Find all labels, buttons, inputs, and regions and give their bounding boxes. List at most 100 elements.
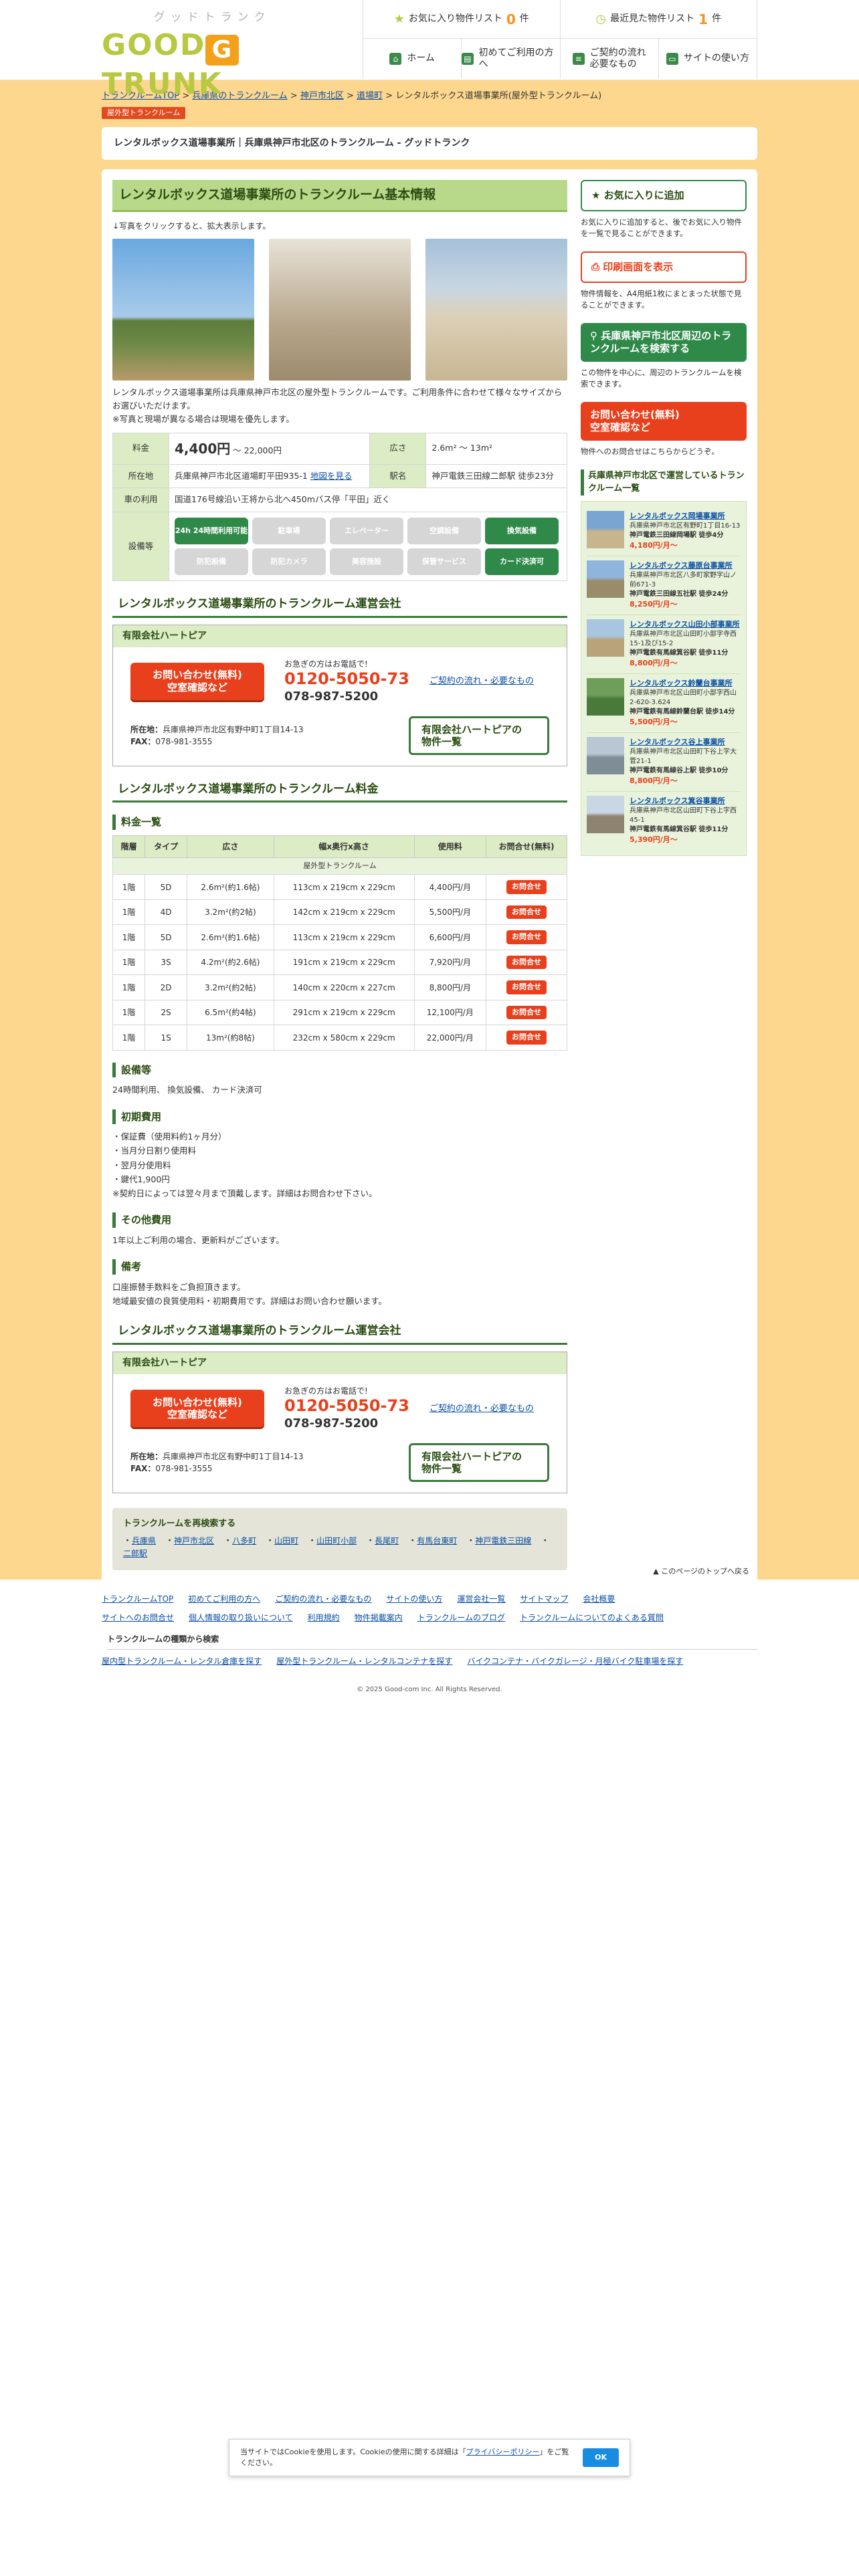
station: 神戸電鉄三田線二郎駅 徒歩23分	[425, 463, 567, 489]
recent-count: 1	[698, 11, 708, 27]
site-logo[interactable]: グッドトランク GOOD GTRUNK	[102, 9, 363, 101]
book-icon: ▤	[462, 53, 474, 65]
nearby-thumbnail[interactable]	[587, 619, 624, 657]
air-conditioning-icon: 空調設備	[407, 518, 481, 544]
sidebar-inquiry-button[interactable]: お問い合わせ(無料) 空室確認など	[581, 402, 747, 441]
operator-list-button-2[interactable]: 有限会社ハートピアの 物件一覧	[409, 1443, 549, 1483]
basic-info-table: 料金 4,400円 〜 22,000円 広さ 2.6m² 〜 13m² 所在地 …	[112, 432, 567, 581]
footer-link[interactable]: 屋内型トランクルーム・レンタル倉庫を探す	[102, 1655, 262, 1667]
row-inquiry-button[interactable]: お問合せ	[506, 930, 547, 944]
nav-home[interactable]: ⌂ ホーム	[363, 39, 462, 79]
nearby-thumbnail[interactable]	[587, 795, 624, 833]
fee-row: 1階 1S 13m²(約8帖) 232cm x 580cm x 229cm 22,000…	[112, 1025, 567, 1051]
nearby-name-link[interactable]: レンタルボックス谷上事業所	[630, 738, 725, 746]
footer-link[interactable]: 屋外型トランクルーム・レンタルコンテナを探す	[276, 1655, 452, 1667]
footer-link[interactable]: トランクルームのブログ	[417, 1612, 505, 1624]
footer-link[interactable]: 個人情報の取り扱いについて	[189, 1612, 293, 1624]
nearby-item[interactable]: レンタルボックス鈴蘭台事業所 兵庫県神戸市北区山田町小部字西山2-620-3.62…	[587, 674, 741, 733]
footer-link[interactable]: サイトへのお問合せ	[102, 1612, 174, 1624]
photo-1[interactable]	[112, 238, 254, 381]
contract-flow-link-2[interactable]: ご契約の流れ・必要なもの	[430, 1402, 534, 1416]
operator-list-button[interactable]: 有限会社ハートピアの 物件一覧	[409, 716, 549, 755]
map-pin-icon: ⚲	[590, 330, 601, 342]
map-link[interactable]: 地図を見る	[310, 471, 353, 481]
fee-row: 1階 2S 6.5m²(約4帖) 291cm x 219cm x 229cm 12,10…	[112, 999, 567, 1026]
footer-link[interactable]: バイクコンテナ・バイクガレージ・月極バイク駐車場を探す	[467, 1655, 683, 1667]
photo-2[interactable]	[269, 238, 411, 381]
research-link[interactable]: 長尾町	[375, 1536, 399, 1545]
footer-link[interactable]: ご契約の流れ・必要なもの	[275, 1593, 371, 1605]
phone-number[interactable]: 078-987-5200	[284, 687, 409, 706]
breadcrumb-town[interactable]: 道場町	[357, 91, 383, 101]
nearby-name-link[interactable]: レンタルボックス山田小部事業所	[630, 620, 740, 629]
photo-3[interactable]	[425, 238, 567, 381]
back-to-top-link[interactable]: ▲ このページのトップへ戻る	[645, 1564, 757, 1580]
nearby-thumbnail[interactable]	[587, 736, 624, 774]
inquiry-button[interactable]: お問い合わせ(無料) 空室確認など	[130, 663, 264, 701]
nearby-name-link[interactable]: レンタルボックス箕谷事業所	[630, 796, 725, 805]
nearby-name-link[interactable]: レンタルボックス藤原台事業所	[630, 561, 733, 570]
size-range: 2.6m² 〜 13m²	[425, 432, 567, 465]
nearby-thumbnail[interactable]	[587, 677, 624, 716]
row-inquiry-button[interactable]: お問合せ	[506, 1031, 547, 1045]
nearby-name-link[interactable]: レンタルボックス岡場事業所	[630, 512, 725, 520]
photo-note: ↓写真をクリックすると、拡大表示します。	[112, 221, 271, 231]
site-header: グッドトランク GOOD GTRUNK ★ お気に入り物件リスト 0 件 ◷ 最近見た物件…	[0, 0, 859, 101]
row-inquiry-button[interactable]: お問合せ	[506, 880, 547, 894]
contract-flow-link[interactable]: ご契約の流れ・必要なもの	[430, 675, 534, 688]
add-favorite-button[interactable]: ★ お気に入りに追加	[581, 180, 747, 211]
nearby-item[interactable]: レンタルボックス箕谷事業所 兵庫県神戸市北区山田町下谷上字西45-1 神戸電鉄有馬線…	[587, 792, 741, 850]
photo-gallery	[112, 238, 567, 381]
footer-link[interactable]: トランクルームTOP	[102, 1593, 173, 1605]
nearby-item[interactable]: レンタルボックス岡場事業所 兵庫県神戸市北区有野町1丁目16-13 神戸電鉄三田線岡…	[587, 507, 741, 556]
footer-link[interactable]: サイトマップ	[520, 1593, 568, 1605]
description: レンタルボックス道場事業所は兵庫県神戸市北区の屋外型トランクルームです。ご利用条…	[112, 387, 563, 424]
fee-row: 1階 2D 3.2m²(約2帖) 140cm x 220cm x 227cm 8,800…	[112, 974, 567, 1000]
footer-link[interactable]: サイトの使い方	[386, 1593, 442, 1605]
nearby-name-link[interactable]: レンタルボックス鈴蘭台事業所	[630, 679, 733, 687]
toll-free-number[interactable]: 0120-5050-73	[284, 669, 409, 687]
fees-heading: レンタルボックス道場事業所のトランクルーム料金	[112, 778, 567, 803]
row-inquiry-button[interactable]: お問合せ	[506, 980, 547, 994]
nav-how-to-use[interactable]: ▭ サイトの使い方	[659, 39, 757, 79]
nearby-item[interactable]: レンタルボックス藤原台事業所 兵庫県神戸市北区八多町家野字山ノ前671-3 神戸電鉄…	[587, 556, 741, 615]
nearby-list: レンタルボックス岡場事業所 兵庫県神戸市北区有野町1丁目16-13 神戸電鉄三田線岡…	[581, 500, 747, 856]
favorites-list-link[interactable]: ★ お気に入り物件リスト 0 件	[363, 0, 561, 39]
row-inquiry-button[interactable]: お問合せ	[506, 1005, 547, 1020]
footer-link[interactable]: 利用規約	[308, 1612, 340, 1624]
footer-link[interactable]: 物件掲載案内	[355, 1612, 403, 1624]
logo-box-icon: G	[205, 34, 240, 66]
clock-icon: ◷	[595, 12, 607, 26]
footer-link[interactable]: 会社概要	[583, 1593, 615, 1605]
print-button[interactable]: ⎙ 印刷画面を表示	[581, 251, 747, 283]
equipment-icons: 24h 24時間利用可能 駐車場 エレベーター 空調設備 換気設備 防犯設備 防…	[175, 518, 561, 575]
research-link[interactable]: 有馬台東町	[417, 1536, 457, 1545]
nav-contract-flow[interactable]: ≡ ご契約の流れ 必要なもの	[561, 39, 659, 79]
logo-text-good: GOOD	[102, 27, 206, 62]
inquiry-button-2[interactable]: お問い合わせ(無料) 空室確認など	[130, 1390, 264, 1428]
research-link[interactable]: 二郎駅	[123, 1549, 147, 1558]
row-inquiry-button[interactable]: お問合せ	[506, 955, 547, 970]
logo-text-trunk: TRUNK	[102, 66, 223, 101]
research-link[interactable]: 八多町	[232, 1536, 256, 1545]
research-link[interactable]: 神戸電鉄三田線	[475, 1536, 531, 1545]
footer-link[interactable]: 運営会社一覧	[457, 1593, 505, 1605]
row-inquiry-button[interactable]: お問合せ	[506, 905, 547, 920]
recent-list-link[interactable]: ◷ 最近見た物件リスト 1 件	[560, 0, 757, 39]
fee-row: 1階 5D 2.6m²(約1.6帖) 113cm x 219cm x 229cm 6,6…	[112, 924, 567, 950]
footer-link[interactable]: 初めてご利用の方へ	[188, 1593, 260, 1605]
privacy-policy-link[interactable]: プライバシーポリシー	[466, 2448, 540, 2456]
research-link[interactable]: 山田町小部	[316, 1536, 357, 1545]
research-link[interactable]: 山田町	[274, 1536, 298, 1545]
nearby-thumbnail[interactable]	[587, 510, 624, 548]
nearby-item[interactable]: レンタルボックス谷上事業所 兵庫県神戸市北区山田町下谷上字大菅21-1 神戸電鉄有馬…	[587, 733, 741, 792]
footer-link[interactable]: トランクルームについてのよくある質問	[520, 1612, 664, 1624]
nearby-search-button[interactable]: ⚲ 兵庫県神戸市北区周辺のトランクルームを検索する	[581, 323, 747, 362]
research-link[interactable]: 兵庫県	[132, 1536, 156, 1545]
cookie-ok-button[interactable]: OK	[583, 2448, 619, 2468]
nearby-thumbnail[interactable]	[587, 560, 624, 598]
nearby-item[interactable]: レンタルボックス山田小部事業所 兵庫県神戸市北区山田町小部字寺西15-1及び15-…	[587, 615, 741, 674]
nav-first-time[interactable]: ▤ 初めてご利用の方へ	[462, 39, 561, 79]
storage-service-icon: 保管サービス	[407, 548, 481, 575]
research-link[interactable]: 神戸市北区	[174, 1536, 214, 1545]
